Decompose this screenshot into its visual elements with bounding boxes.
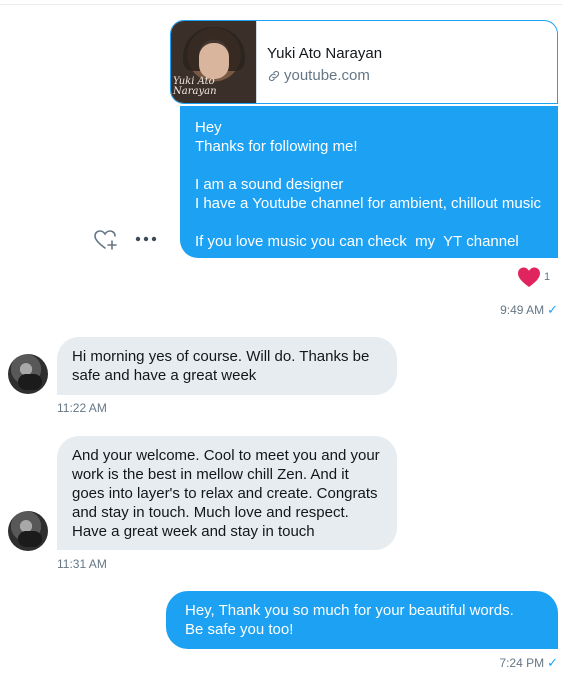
message-timestamp: 11:31 AM <box>57 557 107 571</box>
link-icon <box>268 70 280 81</box>
message-timestamp: 11:22 AM <box>57 401 107 415</box>
reaction-count: 1 <box>544 271 551 283</box>
message-bubble-outgoing: Hey Thanks for following me! I am a soun… <box>180 106 558 258</box>
link-preview-domain-row: youtube.com <box>267 67 370 84</box>
message-bubble-outgoing: Hey, Thank you so much for your beautifu… <box>166 591 558 649</box>
link-preview-domain: youtube.com <box>284 67 370 84</box>
link-preview-title: Yuki Ato Narayan <box>267 45 383 62</box>
thumbnail-face <box>199 43 229 79</box>
message-bubble-incoming: Hi morning yes of course. Will do. Thank… <box>57 337 397 395</box>
timestamp-text: 7:24 PM <box>499 656 545 670</box>
more-icon <box>135 236 157 242</box>
link-preview-card[interactable]: Yuki Ato Narayan Yuki Ato Narayan youtube… <box>170 20 558 104</box>
add-reaction-button[interactable] <box>94 229 118 251</box>
check-icon: ✓ <box>547 655 558 670</box>
check-icon: ✓ <box>547 302 558 317</box>
more-options-button[interactable] <box>134 232 158 246</box>
thumbnail-watermark: Yuki Ato Narayan <box>173 76 217 97</box>
timestamp-text: 9:49 AM <box>500 303 545 317</box>
reaction-badge[interactable]: 1 <box>517 266 550 288</box>
link-preview-thumbnail: Yuki Ato Narayan <box>171 21 257 103</box>
heart-plus-icon <box>94 230 117 250</box>
message-timestamp: 7:24 PM ✓ <box>499 655 558 671</box>
top-divider <box>0 4 562 5</box>
thumbnail-separator <box>256 21 257 103</box>
avatar[interactable] <box>8 511 48 551</box>
message-bubble-incoming: And your welcome. Cool to meet you and y… <box>57 436 397 550</box>
avatar[interactable] <box>8 354 48 394</box>
heart-icon <box>518 267 540 287</box>
message-timestamp: 9:49 AM ✓ <box>500 302 558 318</box>
